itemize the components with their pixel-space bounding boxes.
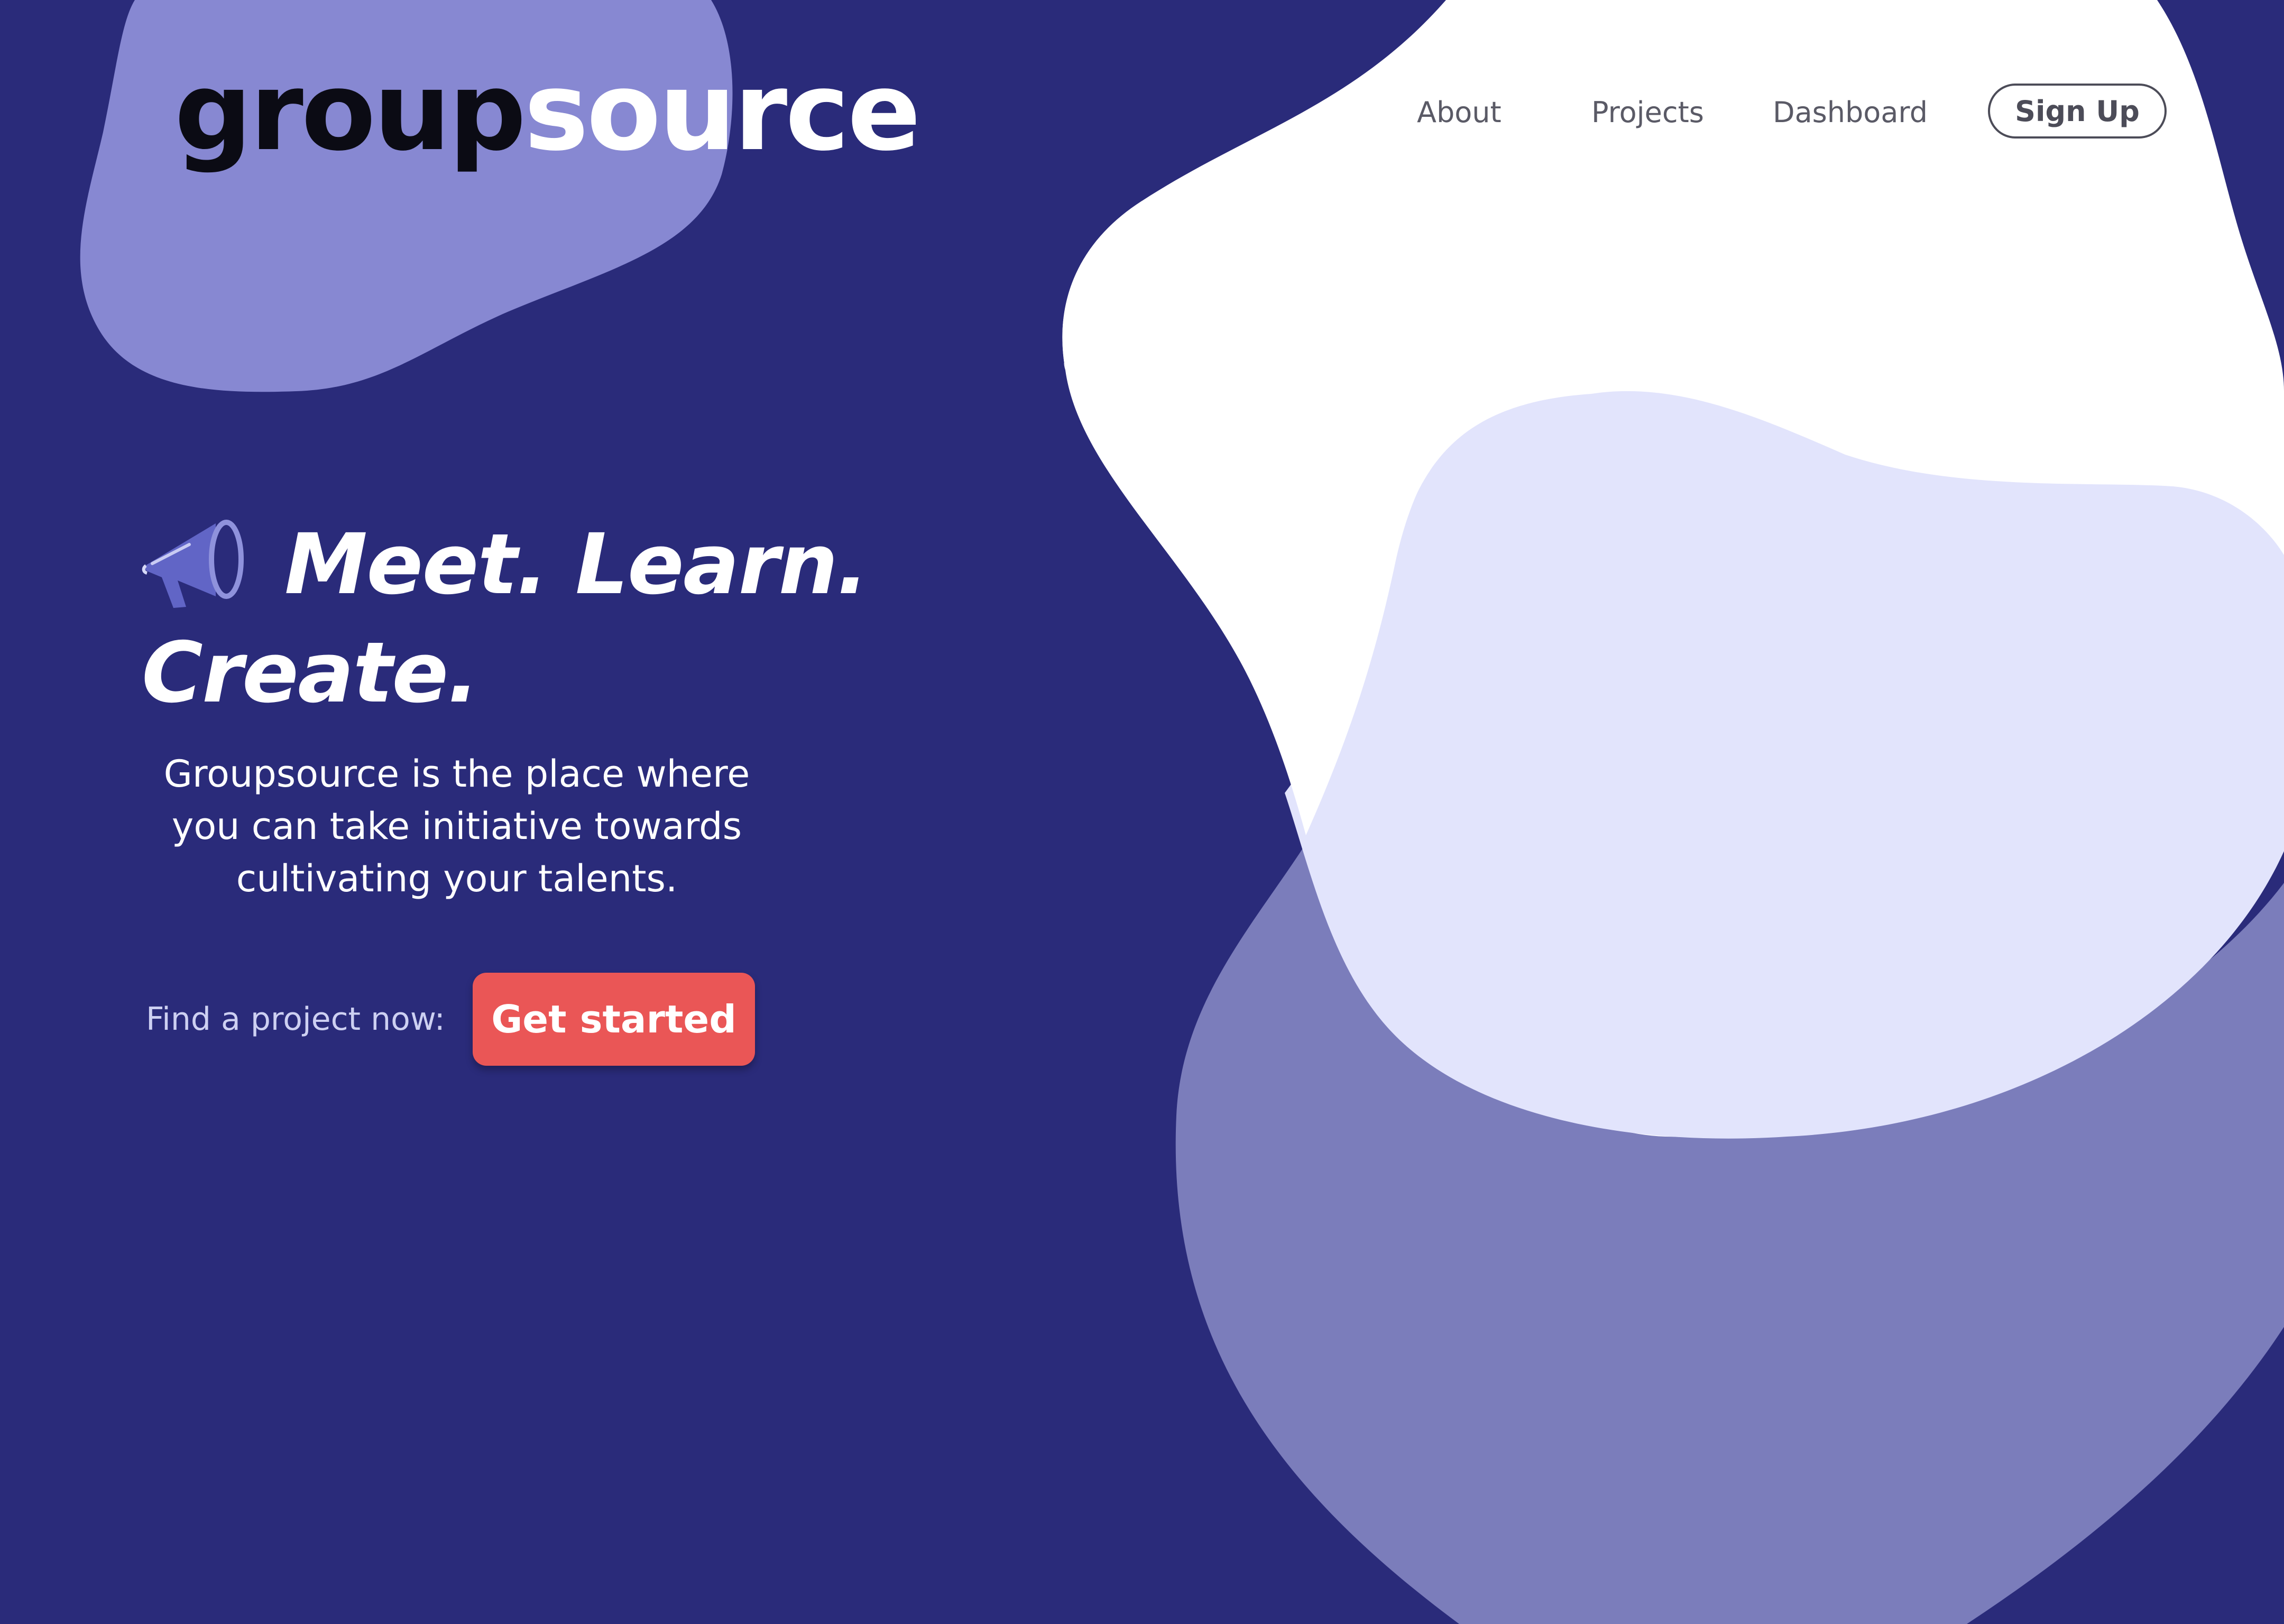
get-started-button[interactable]: Get started xyxy=(473,973,755,1066)
nav-link-projects[interactable]: Projects xyxy=(1591,84,1704,142)
hero-section: Meet. Learn. Create. Groupsource is the … xyxy=(142,508,935,1066)
cta-label: Find a project now: xyxy=(146,1001,445,1038)
nav-link-dashboard[interactable]: Dashboard xyxy=(1773,84,1928,142)
logo-text-group: group xyxy=(174,49,526,175)
hero-headline: Meet. Learn. Create. xyxy=(142,508,935,727)
logo-text-source: source xyxy=(524,49,920,175)
landing-page: groupsource About Projects Dashboard Sig… xyxy=(0,0,2284,1624)
cta-row: Find a project now: Get started xyxy=(146,973,886,1066)
nav-link-about[interactable]: About xyxy=(1417,84,1502,142)
hero-headline-text: Meet. Learn. Create. xyxy=(142,516,869,722)
sign-up-button[interactable]: Sign Up xyxy=(1988,84,2167,139)
megaphone-icon xyxy=(142,520,244,608)
hero-description: Groupsource is the place where you can t… xyxy=(163,752,750,900)
groupsource-logo[interactable]: groupsource xyxy=(174,58,921,167)
